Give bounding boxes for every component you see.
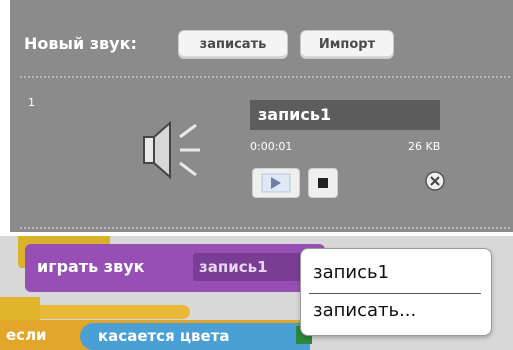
menu-separator xyxy=(309,293,481,294)
play-button[interactable] xyxy=(252,168,300,198)
stop-icon xyxy=(318,178,328,188)
divider xyxy=(20,76,510,78)
sound-panel: Новый звук: записать Импорт 1 запись1 0:… xyxy=(10,0,513,232)
divider xyxy=(20,227,510,229)
record-button[interactable]: записать xyxy=(178,30,288,59)
menu-item-recording1[interactable]: запись1 xyxy=(313,262,389,283)
new-sound-title: Новый звук: xyxy=(24,34,137,53)
sound-name-field[interactable]: запись1 xyxy=(250,100,440,130)
play-sound-block[interactable]: играть звук запись1 xyxy=(25,244,327,292)
remove-icon[interactable] xyxy=(424,170,446,192)
speaker-icon xyxy=(143,120,200,180)
sound-size: 26 KB xyxy=(408,140,441,153)
play-icon xyxy=(261,173,291,193)
menu-item-record[interactable]: записать... xyxy=(313,300,416,321)
touching-color-label: касается цвета xyxy=(98,327,230,345)
touching-color-block[interactable]: касается цвета xyxy=(80,323,310,350)
sound-duration: 0:00:01 xyxy=(250,140,293,153)
stop-button[interactable] xyxy=(308,168,338,198)
sound-index: 1 xyxy=(28,96,35,109)
sound-dropdown-menu: запись1 записать... xyxy=(300,248,492,336)
play-sound-label: играть звук xyxy=(37,257,145,276)
control-block-notch xyxy=(40,305,190,319)
if-label: если xyxy=(6,326,47,344)
import-button[interactable]: Импорт xyxy=(300,30,394,59)
